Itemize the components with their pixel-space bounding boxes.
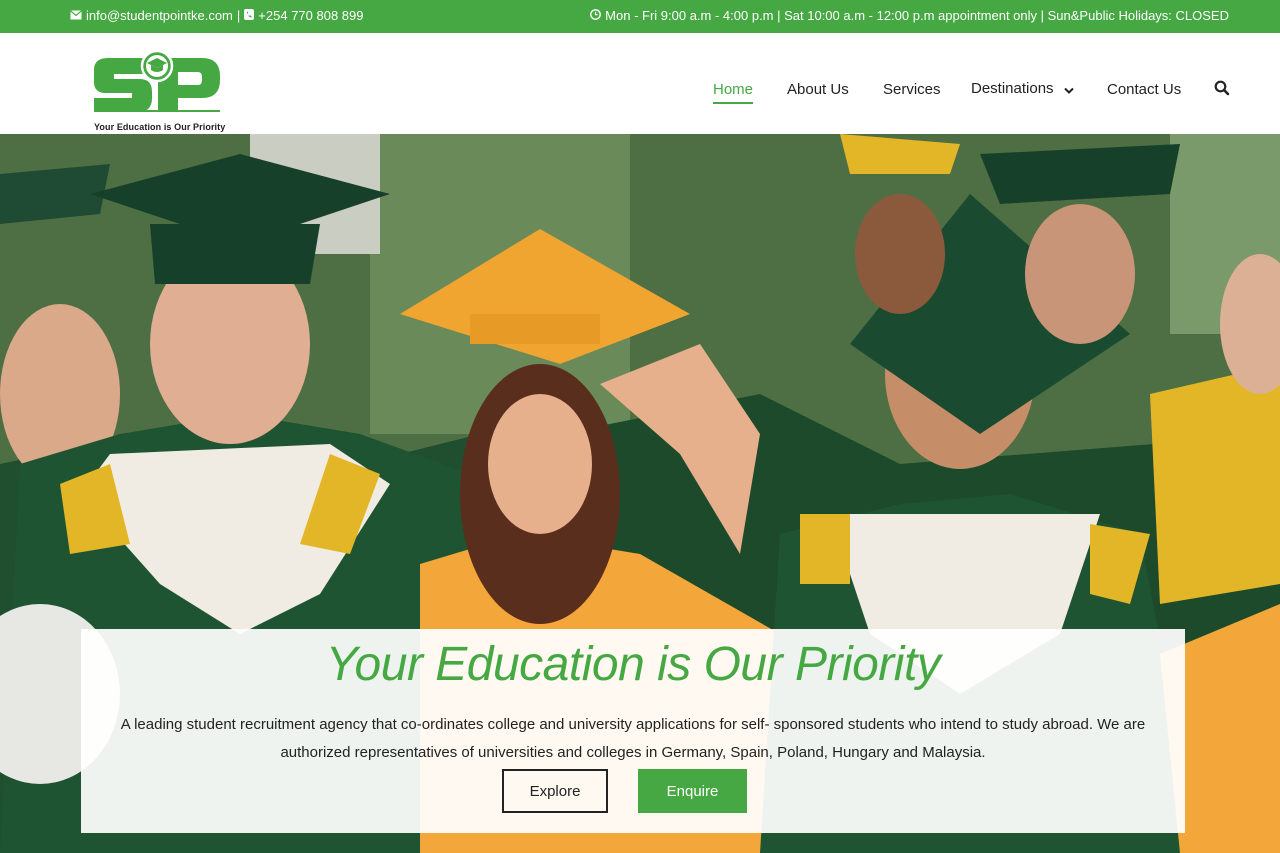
nav-destinations[interactable]: Destinations — [971, 80, 1074, 98]
office-hours: Mon - Fri 9:00 a.m - 4:00 p.m | Sat 10:0… — [590, 8, 1229, 23]
phone-icon — [244, 8, 255, 23]
site-header: Your Education is Our Priority Home Abou… — [0, 33, 1280, 134]
hero-content-box: Your Education is Our Priority A leading… — [81, 629, 1185, 833]
phone-link[interactable]: +254 770 808 899 — [258, 8, 363, 23]
hero-banner: Your Education is Our Priority A leading… — [0, 134, 1280, 853]
contact-info: info@studentpointke.com | +254 770 808 8… — [70, 8, 363, 23]
enquire-button[interactable]: Enquire — [638, 769, 747, 813]
nav-contact-us[interactable]: Contact Us — [1107, 81, 1181, 98]
top-contact-bar: info@studentpointke.com | +254 770 808 8… — [0, 0, 1280, 33]
explore-button[interactable]: Explore — [502, 769, 608, 813]
logo-tagline: Your Education is Our Priority — [94, 122, 226, 132]
clock-icon — [590, 8, 602, 23]
hero-description: A leading student recruitment agency tha… — [120, 716, 1146, 761]
email-link[interactable]: info@studentpointke.com — [86, 8, 233, 23]
nav-services[interactable]: Services — [883, 81, 941, 98]
search-icon[interactable] — [1214, 80, 1230, 96]
chevron-down-icon — [1064, 81, 1074, 98]
envelope-icon — [70, 8, 82, 23]
nav-home[interactable]: Home — [713, 81, 754, 104]
main-navigation: Home About Us Services Destinations Cont… — [0, 80, 1280, 104]
separator: | — [236, 8, 241, 23]
hero-title: Your Education is Our Priority — [325, 638, 941, 691]
nav-destinations-label: Destinations — [971, 80, 1054, 97]
nav-about-us[interactable]: About Us — [787, 81, 849, 98]
graduation-cap-icon — [140, 49, 174, 83]
office-hours-text: Mon - Fri 9:00 a.m - 4:00 p.m | Sat 10:0… — [605, 8, 1229, 23]
